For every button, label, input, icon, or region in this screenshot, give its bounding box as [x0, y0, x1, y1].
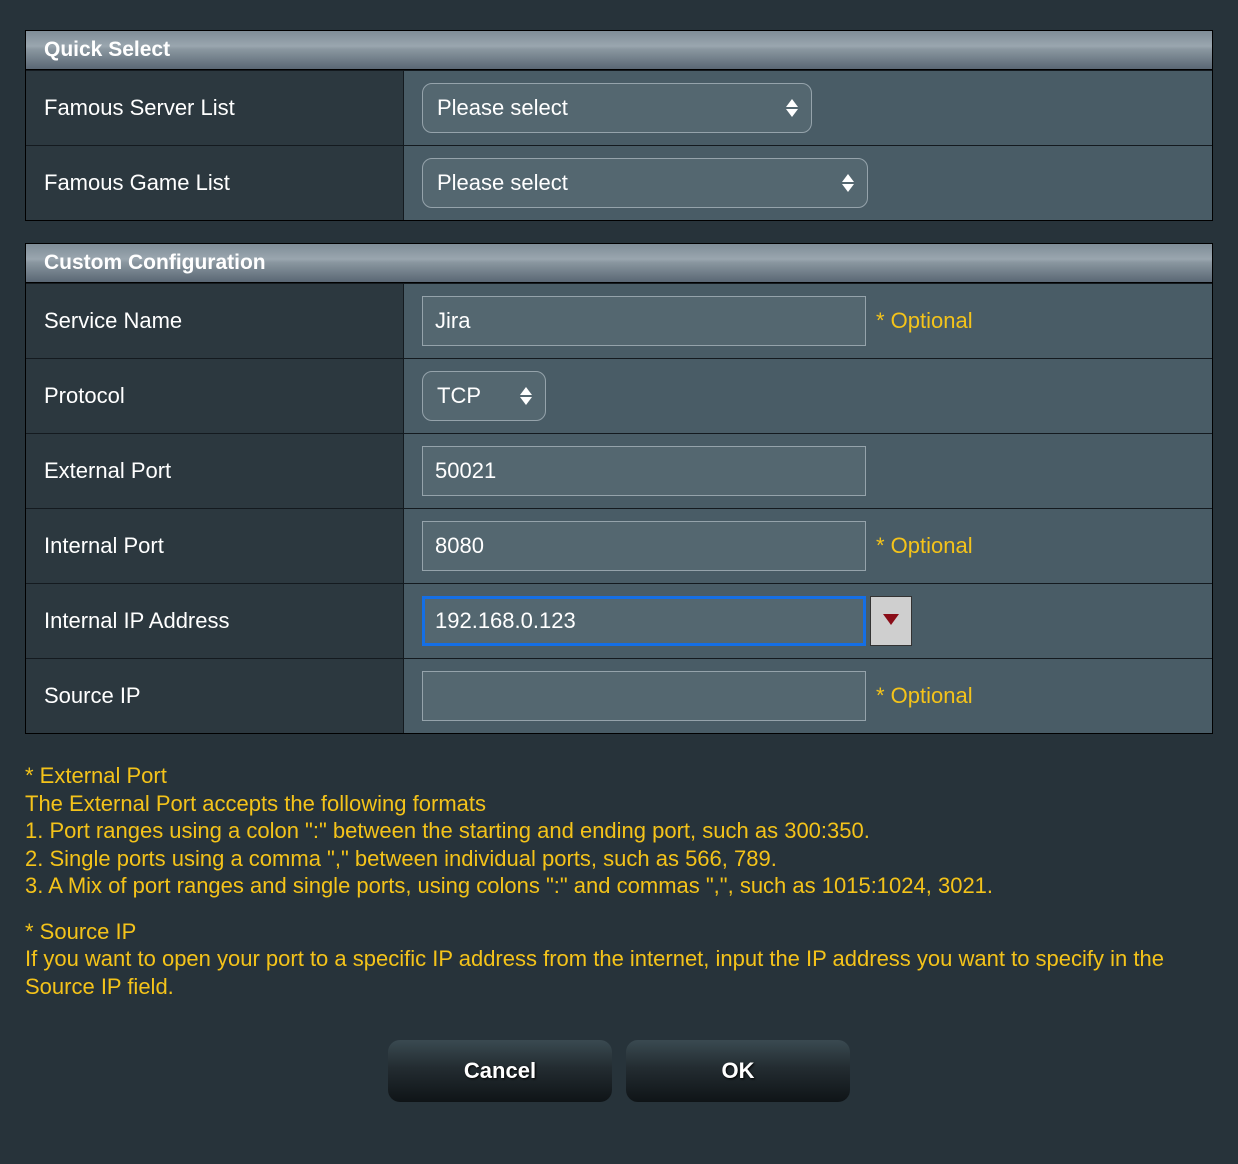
quick-select-panel: Quick Select Famous Server List Please s… — [25, 30, 1213, 221]
famous-game-label: Famous Game List — [26, 146, 404, 220]
famous-game-select[interactable]: Please select — [422, 158, 868, 208]
optional-label: * Optional — [876, 683, 973, 709]
optional-label: * Optional — [876, 308, 973, 334]
custom-config-panel: Custom Configuration Service Name * Opti… — [25, 243, 1213, 734]
service-name-row: Service Name * Optional — [26, 283, 1212, 358]
ok-button[interactable]: OK — [626, 1040, 850, 1102]
internal-ip-input[interactable] — [422, 596, 866, 646]
cancel-button[interactable]: Cancel — [388, 1040, 612, 1102]
source-ip-row: Source IP * Optional — [26, 658, 1212, 733]
service-name-input[interactable] — [422, 296, 866, 346]
protocol-select-value: TCP — [437, 383, 481, 409]
famous-game-select-value: Please select — [437, 170, 568, 196]
help-line: * Source IP — [25, 918, 1213, 946]
button-bar: Cancel OK — [25, 1030, 1213, 1102]
external-port-input[interactable] — [422, 446, 866, 496]
external-port-label: External Port — [26, 434, 404, 508]
chevron-down-icon — [883, 612, 899, 630]
internal-port-row: Internal Port * Optional — [26, 508, 1212, 583]
help-line: * External Port — [25, 762, 1213, 790]
internal-port-label: Internal Port — [26, 509, 404, 583]
help-line: 2. Single ports using a comma "," betwee… — [25, 845, 1213, 873]
help-line: 1. Port ranges using a colon ":" between… — [25, 817, 1213, 845]
external-port-row: External Port — [26, 433, 1212, 508]
famous-server-select[interactable]: Please select — [422, 83, 812, 133]
internal-ip-row: Internal IP Address — [26, 583, 1212, 658]
help-line: 3. A Mix of port ranges and single ports… — [25, 872, 1213, 900]
help-line: If you want to open your port to a speci… — [25, 945, 1213, 1000]
custom-config-title: Custom Configuration — [26, 244, 1212, 283]
protocol-label: Protocol — [26, 359, 404, 433]
help-text: * External Port The External Port accept… — [25, 756, 1213, 1030]
famous-server-select-value: Please select — [437, 95, 568, 121]
internal-ip-dropdown-button[interactable] — [870, 596, 912, 646]
service-name-label: Service Name — [26, 284, 404, 358]
quick-select-title: Quick Select — [26, 31, 1212, 70]
source-ip-input[interactable] — [422, 671, 866, 721]
famous-game-row: Famous Game List Please select — [26, 145, 1212, 220]
help-line: The External Port accepts the following … — [25, 790, 1213, 818]
internal-ip-label: Internal IP Address — [26, 584, 404, 658]
internal-port-input[interactable] — [422, 521, 866, 571]
famous-server-row: Famous Server List Please select — [26, 70, 1212, 145]
optional-label: * Optional — [876, 533, 973, 559]
protocol-row: Protocol TCP — [26, 358, 1212, 433]
source-ip-label: Source IP — [26, 659, 404, 733]
protocol-select[interactable]: TCP — [422, 371, 546, 421]
famous-server-label: Famous Server List — [26, 71, 404, 145]
